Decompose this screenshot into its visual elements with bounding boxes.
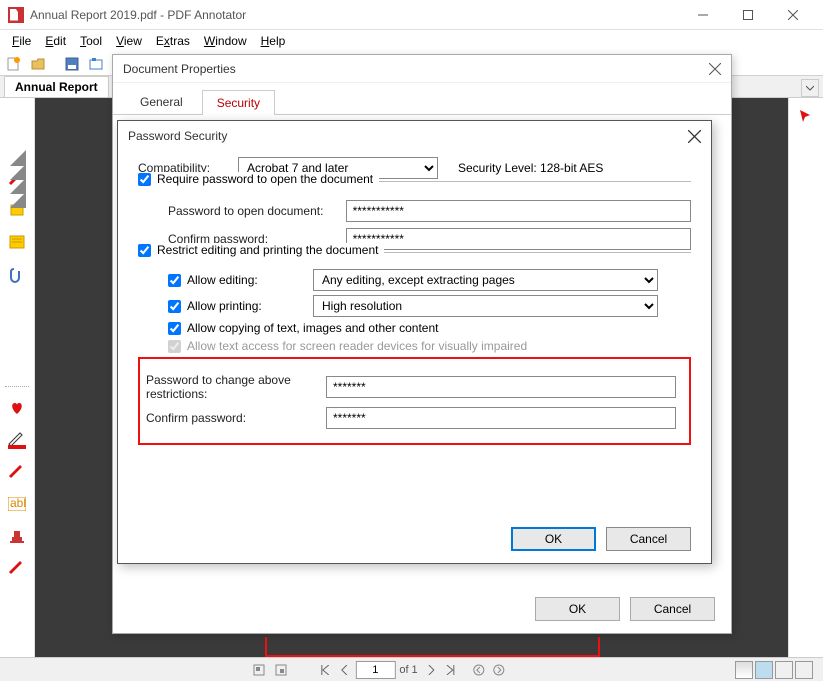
document-tab[interactable]: Annual Report bbox=[4, 76, 109, 97]
restrict-edit-checkbox[interactable] bbox=[138, 244, 151, 257]
security-level-label: Security Level: 128-bit AES bbox=[458, 161, 603, 175]
doc-props-tabs: General Security bbox=[113, 83, 731, 115]
save-button[interactable] bbox=[62, 54, 82, 74]
pwd-change-input[interactable] bbox=[326, 376, 676, 398]
allow-screenreader-checkbox bbox=[168, 340, 181, 353]
allow-editing-label: Allow editing: bbox=[187, 273, 307, 287]
heart-stamp-icon[interactable] bbox=[6, 397, 28, 419]
abl-icon[interactable]: abl bbox=[6, 493, 28, 515]
pwd-open-input[interactable] bbox=[346, 200, 691, 222]
minimize-button[interactable] bbox=[680, 0, 725, 30]
allow-copy-checkbox[interactable] bbox=[168, 322, 181, 335]
stamp-icon[interactable] bbox=[6, 525, 28, 547]
doc-props-cancel-button[interactable]: Cancel bbox=[630, 597, 715, 621]
confirm-open-input[interactable] bbox=[346, 228, 691, 250]
app-icon bbox=[8, 7, 24, 23]
allow-printing-label: Allow printing: bbox=[187, 299, 307, 313]
maximize-button[interactable] bbox=[725, 0, 770, 30]
doc-props-titlebar: Document Properties bbox=[113, 55, 731, 83]
page-total-label: of 1 bbox=[399, 664, 417, 676]
sb-btn-1[interactable] bbox=[250, 661, 268, 679]
require-open-label: Require password to open the document bbox=[157, 172, 373, 186]
doc-props-close-button[interactable] bbox=[709, 63, 721, 75]
change-password-highlight: Password to change above restrictions: C… bbox=[138, 357, 691, 445]
first-page-button[interactable] bbox=[315, 661, 333, 679]
pwd-sec-titlebar: Password Security bbox=[118, 121, 711, 151]
require-open-checkbox[interactable] bbox=[138, 173, 151, 186]
password-security-dialog: Password Security Compatibility: Acrobat… bbox=[117, 120, 712, 564]
tab-dropdown[interactable] bbox=[801, 79, 819, 97]
menubar: File Edit Tool View Extras Window Help bbox=[0, 30, 823, 52]
window-title: Annual Report 2019.pdf - PDF Annotator bbox=[30, 8, 680, 22]
menu-tool[interactable]: Tool bbox=[74, 32, 108, 50]
allow-editing-checkbox[interactable] bbox=[168, 274, 181, 287]
restrict-edit-label: Restrict editing and printing the docume… bbox=[157, 243, 378, 257]
triangle-markers bbox=[0, 150, 35, 206]
confirm-change-input[interactable] bbox=[326, 407, 676, 429]
tab-general[interactable]: General bbox=[125, 89, 198, 114]
view-single-button[interactable] bbox=[735, 661, 753, 679]
allow-editing-select[interactable]: Any editing, except extracting pages bbox=[313, 269, 658, 291]
allow-copy-label: Allow copying of text, images and other … bbox=[187, 321, 438, 335]
attachment-icon[interactable] bbox=[6, 264, 28, 286]
view-thumb-button[interactable] bbox=[795, 661, 813, 679]
screenshot-button[interactable] bbox=[86, 54, 106, 74]
doc-props-ok-button[interactable]: OK bbox=[535, 597, 620, 621]
pen2-icon[interactable] bbox=[6, 557, 28, 579]
pwd-sec-ok-button[interactable]: OK bbox=[511, 527, 596, 551]
menu-view[interactable]: View bbox=[110, 32, 148, 50]
next-page-button[interactable] bbox=[422, 661, 440, 679]
text-color-icon[interactable] bbox=[6, 429, 28, 451]
allow-printing-checkbox[interactable] bbox=[168, 300, 181, 313]
allow-printing-select[interactable]: High resolution bbox=[313, 295, 658, 317]
svg-text:abl: abl bbox=[10, 497, 26, 510]
pwd-sec-close-button[interactable] bbox=[688, 130, 701, 143]
menu-extras[interactable]: Extras bbox=[150, 32, 196, 50]
note-tool-icon[interactable] bbox=[6, 232, 28, 254]
page-number-input[interactable] bbox=[355, 661, 395, 679]
menu-edit[interactable]: Edit bbox=[39, 32, 72, 50]
annotation-highlight-bottom bbox=[265, 637, 600, 657]
prev-page-button[interactable] bbox=[335, 661, 353, 679]
view-continuous-button[interactable] bbox=[755, 661, 773, 679]
open-button[interactable] bbox=[28, 54, 48, 74]
tab-security[interactable]: Security bbox=[202, 90, 275, 115]
pwd-open-label: Password to open document: bbox=[168, 204, 346, 218]
pwd-sec-cancel-button[interactable]: Cancel bbox=[606, 527, 691, 551]
view-two-button[interactable] bbox=[775, 661, 793, 679]
last-page-button[interactable] bbox=[442, 661, 460, 679]
allow-screenreader-label: Allow text access for screen reader devi… bbox=[187, 339, 527, 353]
pwd-sec-title: Password Security bbox=[128, 129, 227, 143]
window-titlebar: Annual Report 2019.pdf - PDF Annotator bbox=[0, 0, 823, 30]
close-button[interactable] bbox=[770, 0, 815, 30]
sb-btn-2[interactable] bbox=[272, 661, 290, 679]
right-sidebar bbox=[788, 98, 823, 657]
forward-button[interactable] bbox=[490, 661, 508, 679]
statusbar: of 1 bbox=[0, 657, 823, 681]
back-button[interactable] bbox=[470, 661, 488, 679]
menu-help[interactable]: Help bbox=[255, 32, 292, 50]
confirm-change-label: Confirm password: bbox=[146, 411, 326, 425]
pointer-right-icon[interactable] bbox=[798, 108, 814, 124]
doc-props-title: Document Properties bbox=[123, 62, 236, 76]
menu-window[interactable]: Window bbox=[198, 32, 253, 50]
menu-file[interactable]: File bbox=[6, 32, 37, 50]
pwd-change-label: Password to change above restrictions: bbox=[146, 373, 326, 401]
new-doc-button[interactable] bbox=[4, 54, 24, 74]
pen-red-icon[interactable] bbox=[6, 461, 28, 483]
